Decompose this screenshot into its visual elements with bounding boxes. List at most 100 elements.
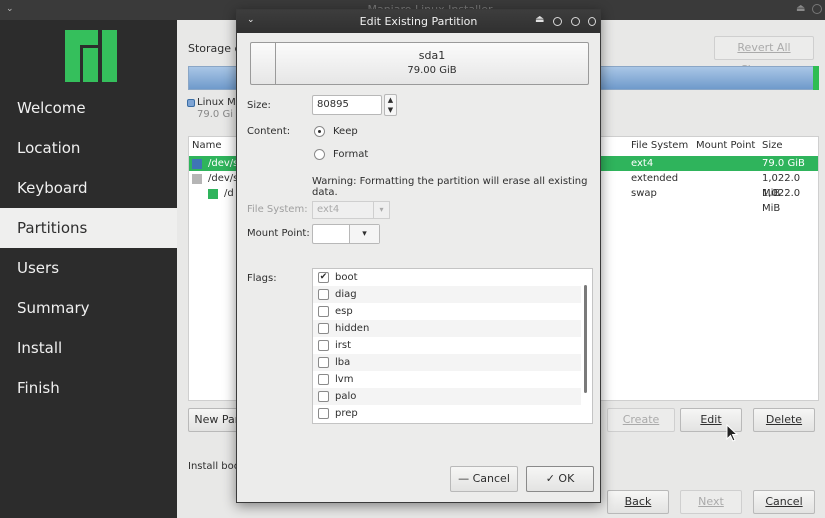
flag-row-esp[interactable]: esp <box>313 303 581 320</box>
size-spinner[interactable]: ▲ ▼ <box>384 94 397 116</box>
flag-checkbox[interactable] <box>318 391 329 402</box>
dialog-close-icon[interactable] <box>588 17 596 26</box>
row-size: 79.0 GiB <box>762 158 805 169</box>
flag-checkbox[interactable]: ✔ <box>318 272 329 283</box>
flag-row-palo[interactable]: palo <box>313 388 581 405</box>
row-name: /dev/s <box>208 173 239 184</box>
partition-preview-free-space <box>251 43 276 84</box>
keep-radio[interactable] <box>314 126 325 137</box>
back-button[interactable]: Back <box>607 490 669 514</box>
flag-row-hidden[interactable]: hidden <box>313 320 581 337</box>
flag-name: lba <box>335 357 351 368</box>
column-header-mount-point[interactable]: Mount Point <box>696 137 755 155</box>
flag-checkbox[interactable] <box>318 323 329 334</box>
chevron-down-icon: ▾ <box>373 202 389 218</box>
window-minimize-icon[interactable] <box>812 4 822 14</box>
mountpoint-select[interactable]: ▾ <box>312 224 380 244</box>
delete-label: Delete <box>765 413 803 426</box>
flag-name: boot <box>335 272 358 283</box>
content-label: Content: <box>247 126 291 137</box>
sidebar: Welcome Location Keyboard Partitions Use… <box>0 20 177 518</box>
mountpoint-label: Mount Point: <box>247 228 310 239</box>
sidebar-item-finish: Finish <box>17 379 60 397</box>
next-label: Next <box>698 495 724 508</box>
row-name: /d <box>224 188 234 199</box>
row-name: /dev/s <box>208 158 239 169</box>
flags-label: Flags: <box>247 273 277 284</box>
column-header-name[interactable]: Name <box>192 137 222 155</box>
edit-label: Edit <box>700 413 722 426</box>
scrollbar-thumb[interactable] <box>584 285 587 393</box>
row-fs: swap <box>631 188 657 199</box>
flags-list: ✔ boot diag esp hidden irst lba lvm palo … <box>312 268 593 424</box>
format-label[interactable]: Format <box>333 149 368 160</box>
manjaro-logo <box>65 30 117 82</box>
window-eject-icon[interactable]: ⏏ <box>796 3 805 14</box>
flag-name: irst <box>335 340 352 351</box>
dialog-eject-icon[interactable]: ⏏ <box>535 14 544 25</box>
sidebar-item-install: Install <box>17 339 63 357</box>
flag-row-lba[interactable]: lba <box>313 354 581 371</box>
flag-name: palo <box>335 391 357 402</box>
column-header-size[interactable]: Size <box>762 137 783 155</box>
partition-preview: sda1 79.00 GiB <box>250 42 589 85</box>
filesystem-select[interactable]: ext4 ▾ <box>312 201 390 219</box>
create-button[interactable]: Create <box>607 408 675 432</box>
flag-checkbox[interactable] <box>318 408 329 419</box>
size-label: Size: <box>247 100 271 111</box>
window-menu-icon[interactable]: ⌄ <box>6 4 14 14</box>
flag-name: hidden <box>335 323 370 334</box>
filesystem-value: ext4 <box>317 204 340 215</box>
column-header-file-system[interactable]: File System <box>631 137 688 155</box>
format-radio[interactable] <box>314 149 325 160</box>
sidebar-item-welcome: Welcome <box>17 99 86 117</box>
legend-size: 79.0 Gi <box>197 109 233 120</box>
flag-row-prep[interactable]: prep <box>313 405 581 422</box>
flag-row-irst[interactable]: irst <box>313 337 581 354</box>
flag-checkbox[interactable] <box>318 357 329 368</box>
flag-name: diag <box>335 289 357 300</box>
flag-row-lvm[interactable]: lvm <box>313 371 581 388</box>
keep-label[interactable]: Keep <box>333 126 358 137</box>
row-size: 1,022.0 MiB <box>762 188 801 214</box>
row-fs: ext4 <box>631 158 654 169</box>
delete-button[interactable]: Delete <box>753 408 815 432</box>
dialog-cancel-button[interactable]: — Cancel <box>450 466 518 492</box>
size-input[interactable]: 80895 <box>312 95 382 115</box>
checkmark-icon: ✓ <box>545 472 555 485</box>
partition-name: sda1 <box>418 49 446 62</box>
flag-checkbox[interactable] <box>318 306 329 317</box>
dialog-title: Edit Existing Partition <box>359 15 478 28</box>
cancel-button[interactable]: Cancel <box>753 490 815 514</box>
flags-scrollbar[interactable] <box>583 273 589 419</box>
flag-checkbox[interactable] <box>318 289 329 300</box>
flag-name: esp <box>335 306 353 317</box>
flag-name: prep <box>335 408 358 419</box>
flag-row-diag[interactable]: diag <box>313 286 581 303</box>
flag-name: lvm <box>335 374 354 385</box>
flag-checkbox[interactable] <box>318 374 329 385</box>
filesystem-label: File System: <box>247 204 308 215</box>
partition-color-swatch <box>208 189 218 199</box>
format-warning: Warning: Formatting the partition will e… <box>312 176 588 198</box>
next-button[interactable]: Next <box>680 490 742 514</box>
sidebar-item-keyboard: Keyboard <box>17 179 88 197</box>
dialog-minimize-icon[interactable] <box>553 17 562 26</box>
sidebar-item-summary: Summary <box>17 299 90 317</box>
mouse-pointer-icon <box>726 424 738 442</box>
disk-bar-swap-segment <box>813 66 819 90</box>
back-label: Back <box>624 495 652 508</box>
flag-checkbox[interactable] <box>318 340 329 351</box>
partition-color-swatch <box>192 174 202 184</box>
row-fs: extended <box>631 173 679 184</box>
dialog-titlebar: ⌄ Edit Existing Partition ⏏ <box>237 10 600 33</box>
sidebar-item-location: Location <box>17 139 81 157</box>
partition-color-swatch <box>192 159 202 169</box>
install-bootloader-label: Install boo <box>188 461 240 472</box>
flag-row-boot[interactable]: ✔ boot <box>313 269 581 286</box>
revert-all-changes-button[interactable]: Revert All Changes <box>714 36 814 76</box>
chevron-down-icon: ▾ <box>349 225 379 243</box>
legend-label: Linux M <box>197 97 236 108</box>
dialog-maximize-icon[interactable] <box>571 17 580 26</box>
dialog-ok-button[interactable]: ✓ OK <box>526 466 594 492</box>
